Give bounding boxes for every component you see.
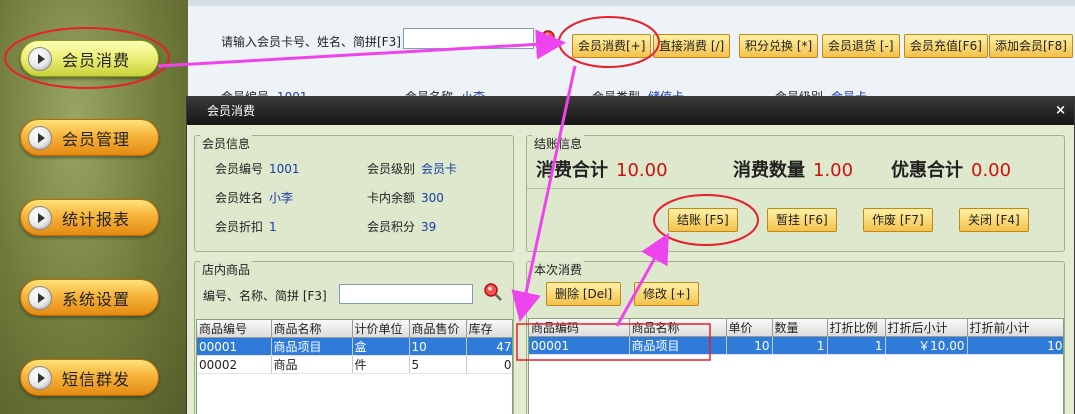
checkout-info-group: 结账信息 消费合计 10.00 消费数量 1.00 优惠合计 0.00 结账 [F5]… bbox=[526, 135, 1065, 252]
nav-member-consume-button[interactable]: 会员消费 bbox=[20, 40, 159, 77]
member-no-field: 会员编号 1001 bbox=[215, 162, 300, 176]
product-filter-input[interactable] bbox=[339, 284, 473, 304]
column-header[interactable]: 打折比例 bbox=[827, 319, 886, 337]
points-redeem-button[interactable]: 积分兑换 [*] bbox=[739, 34, 819, 58]
direct-consume-button[interactable]: 直接消费 [/] bbox=[653, 34, 731, 58]
cell: 1 bbox=[772, 336, 828, 355]
play-icon bbox=[28, 205, 52, 230]
nav-settings-button[interactable]: 系统设置 bbox=[20, 279, 159, 316]
add-member-button[interactable]: 添加会员[F8] bbox=[989, 34, 1073, 58]
member-name-field: 会员姓名 小李 bbox=[215, 191, 294, 205]
member-info-group: 会员信息 会员编号 1001 会员级别 会员卡 会员姓名 小李 卡内余额 300 会员折… bbox=[194, 135, 514, 252]
column-header[interactable]: 计价单位 bbox=[352, 320, 410, 338]
divider bbox=[527, 188, 1064, 189]
nav-label: 统计报表 bbox=[62, 209, 131, 229]
member-consume-button[interactable]: 会员消费[+] bbox=[572, 34, 652, 58]
nav-reports-button[interactable]: 统计报表 bbox=[20, 199, 159, 236]
cell: 10 bbox=[726, 336, 773, 355]
member-points-field: 会员积分 39 bbox=[367, 220, 437, 234]
play-icon bbox=[28, 46, 52, 71]
toolbar: 请输入会员卡号、姓名、简拼[F3] 会员消费[+] 直接消费 [/] 积分兑换 … bbox=[188, 0, 1075, 104]
suspend-button[interactable]: 暂挂 [F6] bbox=[767, 208, 837, 232]
close-button[interactable]: 关闭 [F4] bbox=[959, 208, 1029, 232]
cell: 商品项目 bbox=[271, 337, 353, 356]
table-header: 商品编码 商品名称 单价 数量 打折比例 打折后小计 打折前小计 bbox=[529, 319, 1063, 337]
cell: 0 bbox=[466, 355, 512, 374]
cell: 1 bbox=[827, 336, 886, 355]
current-consume-group: 本次消费 删除 [Del] 修改 [+] 商品编码 商品名称 单价 数量 打折比… bbox=[526, 261, 1065, 414]
group-title: 店内商品 bbox=[200, 261, 253, 278]
edit-button[interactable]: 修改 [+] bbox=[634, 282, 700, 306]
column-header[interactable]: 商品售价 bbox=[409, 320, 467, 338]
column-header[interactable]: 商品编号 bbox=[197, 320, 272, 338]
member-return-button[interactable]: 会员退货 [-] bbox=[822, 34, 900, 58]
table-row[interactable]: 00001 商品项目 10 1 1 ￥10.00 10 bbox=[529, 336, 1063, 355]
search-icon[interactable] bbox=[540, 29, 560, 49]
group-title: 会员信息 bbox=[200, 135, 253, 152]
dialog-titlebar[interactable]: 会员消费 × bbox=[187, 97, 1074, 125]
table-header: 商品编号 商品名称 计价单位 商品售价 库存 bbox=[197, 320, 512, 338]
column-header[interactable]: 商品名称 bbox=[271, 320, 353, 338]
nav-label: 短信群发 bbox=[62, 369, 131, 389]
play-icon bbox=[28, 365, 52, 390]
table-row[interactable]: 00002 商品 件 5 0 bbox=[197, 355, 512, 374]
products-table: 商品编号 商品名称 计价单位 商品售价 库存 00001 商品项目 盒 10 4… bbox=[196, 319, 513, 414]
member-search-input[interactable] bbox=[403, 28, 534, 49]
cell: 商品 bbox=[271, 355, 353, 374]
member-level-field: 会员级别 会员卡 bbox=[367, 162, 458, 176]
cell: 10 bbox=[967, 336, 1063, 355]
table-row[interactable]: 00001 商品项目 盒 10 47 bbox=[197, 337, 512, 356]
column-header[interactable]: 商品名称 bbox=[629, 319, 727, 337]
column-header[interactable]: 商品编码 bbox=[529, 319, 630, 337]
cell: 件 bbox=[352, 355, 410, 374]
column-header[interactable]: 打折前小计 bbox=[967, 319, 1063, 337]
cell: 10 bbox=[409, 337, 467, 356]
column-header[interactable]: 数量 bbox=[772, 319, 828, 337]
member-consume-dialog: 会员消费 × 会员信息 会员编号 1001 会员级别 会员卡 会员姓名 小李 卡内余额… bbox=[186, 96, 1075, 414]
checkout-button[interactable]: 结账 [F5] bbox=[668, 208, 738, 232]
member-recharge-button[interactable]: 会员充值[F6] bbox=[904, 34, 988, 58]
nav-label: 会员管理 bbox=[62, 129, 131, 149]
store-products-group: 店内商品 编号、名称、简拼 [F3] 商品编号 商品名称 计价单位 商品售价 库… bbox=[194, 261, 514, 414]
cell: 商品项目 bbox=[629, 336, 727, 355]
group-title: 结账信息 bbox=[532, 135, 585, 152]
nav-label: 会员消费 bbox=[62, 50, 131, 70]
search-label: 请输入会员卡号、姓名、简拼[F3] bbox=[221, 35, 401, 49]
cell: 盒 bbox=[352, 337, 410, 356]
delete-button[interactable]: 删除 [Del] bbox=[546, 282, 622, 306]
total-amount: 消费合计 10.00 bbox=[536, 160, 668, 181]
void-button[interactable]: 作废 [F7] bbox=[863, 208, 933, 232]
current-items-table: 商品编码 商品名称 单价 数量 打折比例 打折后小计 打折前小计 00001 商… bbox=[528, 318, 1064, 414]
product-filter-label: 编号、名称、简拼 [F3] bbox=[203, 289, 327, 303]
nav-label: 系统设置 bbox=[62, 289, 131, 309]
total-quantity: 消费数量 1.00 bbox=[733, 160, 854, 181]
column-header[interactable]: 单价 bbox=[726, 319, 773, 337]
column-header[interactable]: 打折后小计 bbox=[885, 319, 968, 337]
total-discount: 优惠合计 0.00 bbox=[891, 160, 1012, 181]
cell: 00001 bbox=[197, 337, 272, 356]
group-title: 本次消费 bbox=[532, 261, 585, 278]
cell: 00001 bbox=[529, 336, 630, 355]
nav-member-manage-button[interactable]: 会员管理 bbox=[20, 119, 159, 156]
cell: 5 bbox=[409, 355, 467, 374]
member-discount-field: 会员折扣 1 bbox=[215, 220, 277, 234]
close-icon[interactable]: × bbox=[1055, 97, 1066, 125]
sidebar: 会员消费 会员管理 统计报表 系统设置 短信群发 bbox=[0, 0, 188, 414]
card-balance-field: 卡内余额 300 bbox=[367, 191, 444, 205]
play-icon bbox=[28, 285, 52, 310]
dialog-body: 会员信息 会员编号 1001 会员级别 会员卡 会员姓名 小李 卡内余额 300 会员折… bbox=[187, 125, 1074, 414]
column-header[interactable]: 库存 bbox=[466, 320, 512, 338]
cell: ￥10.00 bbox=[885, 336, 968, 355]
search-icon[interactable] bbox=[483, 282, 503, 302]
nav-sms-button[interactable]: 短信群发 bbox=[20, 359, 159, 396]
play-icon bbox=[28, 125, 52, 150]
cell: 47 bbox=[466, 337, 512, 356]
cell: 00002 bbox=[197, 355, 272, 374]
dialog-title: 会员消费 bbox=[207, 104, 256, 118]
